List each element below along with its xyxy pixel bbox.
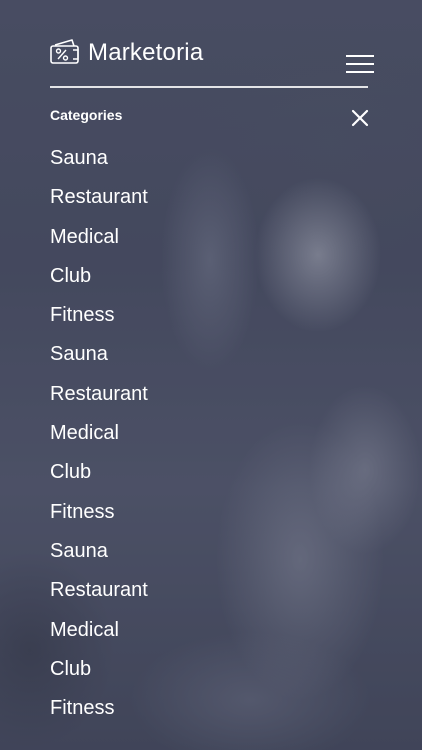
category-item[interactable]: Restaurant bbox=[50, 382, 148, 421]
categories-heading: Categories bbox=[50, 107, 123, 123]
category-item[interactable]: Restaurant bbox=[50, 578, 148, 617]
close-icon[interactable] bbox=[350, 108, 370, 128]
category-item[interactable]: Club bbox=[50, 657, 148, 696]
category-item[interactable]: Club bbox=[50, 264, 148, 303]
category-item[interactable]: Club bbox=[50, 460, 148, 499]
hamburger-menu-icon[interactable] bbox=[346, 54, 374, 74]
category-item[interactable]: Medical bbox=[50, 421, 148, 460]
category-item[interactable]: Fitness bbox=[50, 303, 148, 342]
category-item[interactable]: Fitness bbox=[50, 696, 148, 735]
category-item[interactable]: Fitness bbox=[50, 500, 148, 539]
category-item[interactable]: Sauna bbox=[50, 539, 148, 578]
category-item[interactable]: Sauna bbox=[50, 342, 148, 381]
category-item[interactable]: Restaurant bbox=[50, 185, 148, 224]
category-list: Sauna Restaurant Medical Club Fitness Sa… bbox=[50, 146, 148, 735]
category-item[interactable]: Medical bbox=[50, 618, 148, 657]
category-item[interactable]: Medical bbox=[50, 225, 148, 264]
app-title: Marketoria bbox=[88, 39, 204, 66]
header-divider bbox=[50, 86, 368, 88]
category-item[interactable]: Sauna bbox=[50, 146, 148, 185]
app-header: Marketoria bbox=[50, 36, 374, 86]
coupon-percent-icon bbox=[50, 38, 80, 64]
